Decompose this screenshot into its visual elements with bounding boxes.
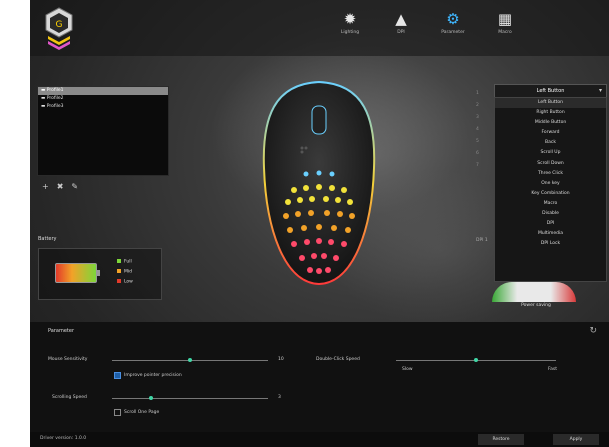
button-number: 1 bbox=[476, 91, 479, 96]
menu-item[interactable]: Three Click bbox=[495, 169, 606, 179]
menu-item[interactable]: One key bbox=[495, 179, 606, 189]
top-bar: G ✹ Lighting ▲ DPI ⚙ Parameter ▦ Macro bbox=[30, 0, 609, 56]
edit-icon[interactable]: ✎ bbox=[71, 182, 86, 191]
mouse-sensitivity-slider[interactable] bbox=[112, 358, 268, 362]
menu-item[interactable]: Disable bbox=[495, 209, 606, 219]
macro-icon: ▦ bbox=[497, 10, 513, 28]
battery-legend-low: Low bbox=[117, 279, 133, 285]
battery-icon bbox=[55, 263, 100, 283]
profile-label: Profile1 bbox=[46, 88, 64, 93]
mouse-sensitivity-label: Mouse Sensitivity bbox=[48, 357, 88, 362]
footer-bar: Driver version: 1.0.0 Restore Apply bbox=[30, 432, 609, 447]
scrolling-speed-label: Scrolling Speed bbox=[52, 395, 87, 400]
dpi-icon: ▲ bbox=[395, 10, 407, 28]
power-gauge bbox=[492, 282, 576, 302]
profile-label: Profile2 bbox=[46, 96, 64, 101]
mouse-driver-window: G ✹ Lighting ▲ DPI ⚙ Parameter ▦ Macro ▬… bbox=[30, 0, 609, 447]
double-click-fast-label: Fast bbox=[548, 367, 558, 372]
menu-item[interactable]: Forward bbox=[495, 128, 606, 138]
double-click-speed-knob[interactable] bbox=[474, 358, 478, 362]
battery-legend-mid: Mid bbox=[117, 269, 132, 275]
mouse-image bbox=[262, 80, 376, 286]
menu-item[interactable]: Macro bbox=[495, 199, 606, 209]
parameter-icon: ⚙ bbox=[446, 10, 460, 28]
menu-item[interactable]: Multimedia bbox=[495, 229, 606, 239]
button-assign-menu: Left Button Right Button Middle Button F… bbox=[494, 97, 607, 282]
delete-icon[interactable]: ✖ bbox=[57, 182, 72, 191]
button-number: 2 bbox=[476, 103, 479, 108]
button-number: 3 bbox=[476, 115, 479, 120]
profile-tools: +✖✎ bbox=[42, 182, 86, 191]
double-click-slow-label: Slow bbox=[402, 367, 413, 372]
lighting-icon: ✹ bbox=[343, 10, 357, 28]
power-saving-label[interactable]: Power saving bbox=[494, 303, 578, 308]
scrolling-speed-slider[interactable] bbox=[112, 396, 268, 400]
button-assign-dropdown[interactable]: Left Button ▾ bbox=[494, 84, 607, 98]
menu-item[interactable]: Left Button bbox=[495, 98, 606, 109]
nav-parameter[interactable]: ⚙ Parameter bbox=[428, 8, 478, 48]
nav-label: Parameter bbox=[441, 30, 465, 35]
double-click-speed-label: Double-Click Speed bbox=[316, 357, 360, 362]
menu-item[interactable]: Back bbox=[495, 138, 606, 148]
restore-button[interactable]: Restore bbox=[478, 434, 524, 445]
menu-item[interactable]: DPI bbox=[495, 219, 606, 229]
double-click-speed-slider[interactable] bbox=[396, 358, 556, 362]
menu-item[interactable]: Scroll Up bbox=[495, 148, 606, 158]
button-number: 7 bbox=[476, 163, 479, 168]
profile-list: ▬ Profile1 ▬ Profile2 ▬ Profile3 bbox=[37, 86, 169, 176]
menu-item[interactable]: Scroll Down bbox=[495, 159, 606, 169]
button-number: 5 bbox=[476, 139, 479, 144]
chevron-down-icon: ▾ bbox=[598, 87, 602, 94]
button-number-list: 1 2 3 4 5 6 7 bbox=[476, 88, 479, 172]
menu-item[interactable]: Right Button bbox=[495, 108, 606, 118]
nav-label: DPI bbox=[397, 30, 405, 35]
profile-label: Profile3 bbox=[46, 104, 64, 109]
scrolling-speed-value: 3 bbox=[278, 395, 281, 400]
menu-item[interactable]: DPI Lock bbox=[495, 239, 606, 249]
battery-panel: Full Mid Low bbox=[38, 248, 162, 300]
nav-macro[interactable]: ▦ Macro bbox=[480, 8, 530, 48]
button-number: 6 bbox=[476, 151, 479, 156]
battery-title: Battery bbox=[38, 236, 57, 242]
improve-pointer-precision-label: Improve pointer precision bbox=[124, 373, 182, 378]
brand-logo-icon: G bbox=[45, 7, 73, 50]
parameter-title: Parameter bbox=[48, 328, 75, 334]
profile-item[interactable]: ▬ Profile3 bbox=[38, 103, 168, 111]
legend-label: Mid bbox=[124, 269, 132, 275]
nav-dpi[interactable]: ▲ DPI bbox=[376, 8, 426, 48]
apply-button[interactable]: Apply bbox=[553, 434, 599, 445]
mouse-sensitivity-value: 10 bbox=[278, 357, 284, 362]
dpi-label: DPI 1 bbox=[476, 238, 488, 243]
profile-item[interactable]: ▬ Profile1 bbox=[38, 87, 168, 95]
profile-item[interactable]: ▬ Profile2 bbox=[38, 95, 168, 103]
scrolling-speed-knob[interactable] bbox=[149, 396, 153, 400]
dropdown-selected: Left Button bbox=[536, 88, 565, 94]
parameter-panel: Parameter ↻ Mouse Sensitivity 10 Improve… bbox=[30, 322, 609, 432]
button-number: 4 bbox=[476, 127, 479, 132]
nav-lighting[interactable]: ✹ Lighting bbox=[325, 8, 375, 48]
menu-item[interactable]: Middle Button bbox=[495, 118, 606, 128]
add-icon[interactable]: + bbox=[42, 182, 57, 191]
menu-item[interactable]: Key Combination bbox=[495, 189, 606, 199]
mouse-sensitivity-knob[interactable] bbox=[188, 358, 192, 362]
scroll-one-page-checkbox[interactable] bbox=[114, 409, 121, 416]
nav-label: Lighting bbox=[340, 30, 360, 35]
svg-text:G: G bbox=[56, 20, 63, 30]
improve-pointer-precision-checkbox[interactable] bbox=[114, 372, 121, 379]
battery-legend-full: Full bbox=[117, 259, 132, 265]
legend-label: Full bbox=[124, 259, 132, 265]
driver-version: Driver version: 1.0.0 bbox=[40, 436, 87, 441]
reset-icon[interactable]: ↻ bbox=[589, 326, 597, 336]
legend-label: Low bbox=[124, 279, 133, 285]
nav-label: Macro bbox=[498, 30, 512, 35]
scroll-one-page-label: Scroll One Page bbox=[124, 410, 160, 415]
